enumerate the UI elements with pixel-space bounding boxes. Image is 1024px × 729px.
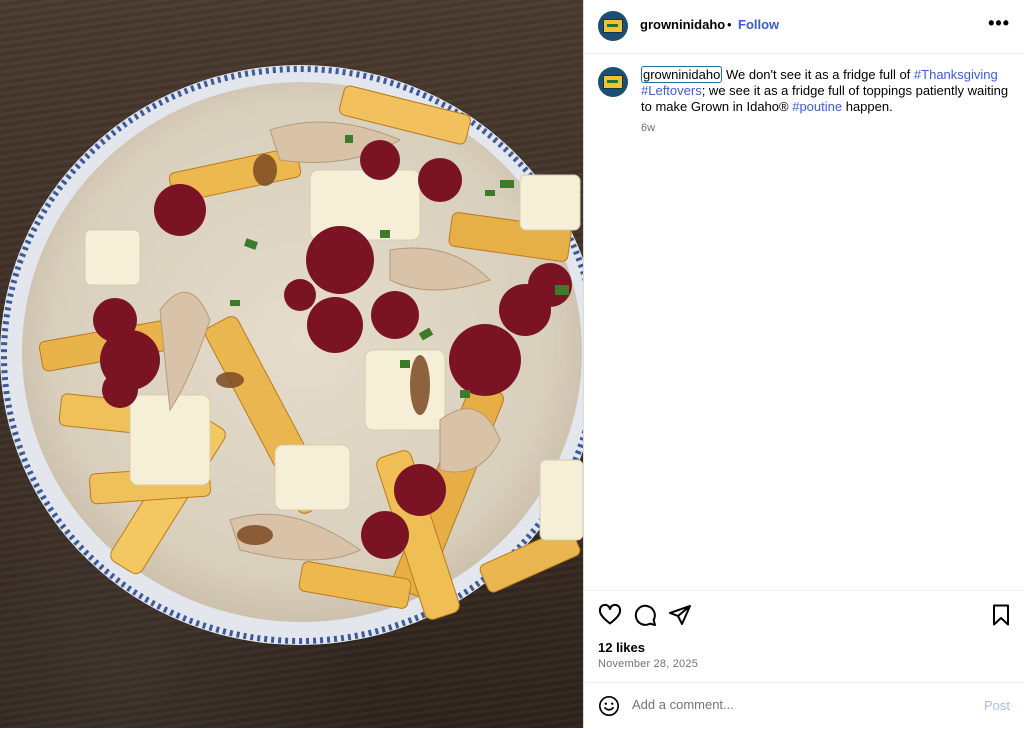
caption-text-part: We don't see it as a fridge full of — [722, 67, 914, 82]
caption-timestamp[interactable]: 6w — [641, 122, 655, 134]
more-options-icon[interactable]: ••• — [988, 13, 1010, 34]
heart-icon[interactable] — [598, 603, 622, 627]
share-icon[interactable] — [668, 603, 692, 627]
separator-dot: • — [727, 17, 732, 32]
hashtag-leftovers[interactable]: #Leftovers — [641, 83, 702, 98]
post-date: November 28, 2025 — [598, 658, 699, 670]
bookmark-icon[interactable] — [989, 603, 1013, 627]
brand-logo-icon — [603, 19, 623, 33]
avatar[interactable] — [598, 11, 628, 41]
likes-count[interactable]: 12 likes — [598, 640, 645, 655]
post-header: growninidaho • Follow ••• — [584, 0, 1024, 54]
post-comment-button[interactable]: Post — [984, 698, 1010, 713]
caption-text: growninidaho We don't see it as a fridge… — [641, 66, 1011, 115]
poutine-image — [0, 65, 583, 645]
header-username[interactable]: growninidaho — [640, 17, 725, 32]
brand-logo-icon — [603, 75, 623, 89]
caption-text-part: happen. — [842, 99, 893, 114]
action-bar: 12 likes November 28, 2025 — [584, 590, 1024, 683]
comment-input[interactable] — [632, 697, 952, 712]
post-details-panel: growninidaho • Follow ••• growninidaho W… — [583, 0, 1024, 728]
comment-icon[interactable] — [633, 603, 657, 627]
comment-bar: Post — [584, 682, 1024, 729]
post-photo[interactable] — [0, 0, 583, 728]
caption-username[interactable]: growninidaho — [641, 66, 723, 83]
follow-button[interactable]: Follow — [738, 17, 779, 32]
hashtag-poutine[interactable]: #poutine — [792, 99, 842, 114]
emoji-icon[interactable] — [598, 695, 620, 717]
caption-avatar[interactable] — [598, 67, 628, 97]
hashtag-thanksgiving[interactable]: #Thanksgiving — [914, 67, 998, 82]
